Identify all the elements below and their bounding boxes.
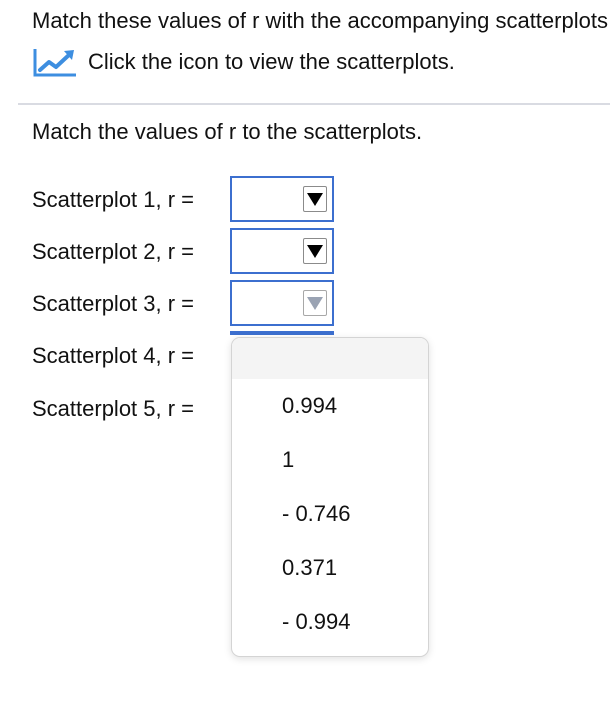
scatterplot-3-label: Scatterplot 3, r = [32, 291, 195, 316]
scatterplot-4-label: Scatterplot 4, r = [32, 343, 195, 368]
dropdown-option[interactable]: 0.994 [232, 380, 428, 432]
scatterplot-1-r-select[interactable] [230, 176, 334, 222]
dropdown-option-blank[interactable] [232, 338, 428, 379]
section-divider [18, 103, 610, 105]
r-value-dropdown-list[interactable]: 0.994 1 - 0.746 0.371 - 0.994 [231, 337, 429, 657]
scatterplot-2-r-select[interactable] [230, 228, 334, 274]
match-instructions: Match the values of r to the scatterplot… [32, 119, 423, 144]
triangle-down-icon[interactable] [303, 290, 327, 316]
question-title: Match these values of r with the accompa… [32, 8, 610, 33]
scatterplot-2-label: Scatterplot 2, r = [32, 239, 195, 264]
dropdown-option[interactable]: 1 [232, 434, 428, 486]
triangle-down-icon[interactable] [303, 238, 327, 264]
trend-chart-icon[interactable] [32, 46, 78, 78]
dropdown-option[interactable]: - 0.746 [232, 488, 428, 540]
view-scatterplots-instruction: Click the icon to view the scatterplots. [88, 49, 455, 74]
scatterplot-1-label: Scatterplot 1, r = [32, 187, 195, 212]
dropdown-option[interactable]: - 0.994 [232, 596, 428, 648]
scatterplot-3-r-select[interactable] [230, 280, 334, 326]
scatterplot-5-label: Scatterplot 5, r = [32, 396, 195, 421]
scatterplot-4-r-select[interactable] [230, 331, 334, 335]
dropdown-option[interactable]: 0.371 [232, 542, 428, 594]
triangle-down-icon[interactable] [303, 186, 327, 212]
view-scatterplots-row: Click the icon to view the scatterplots. [32, 44, 455, 80]
